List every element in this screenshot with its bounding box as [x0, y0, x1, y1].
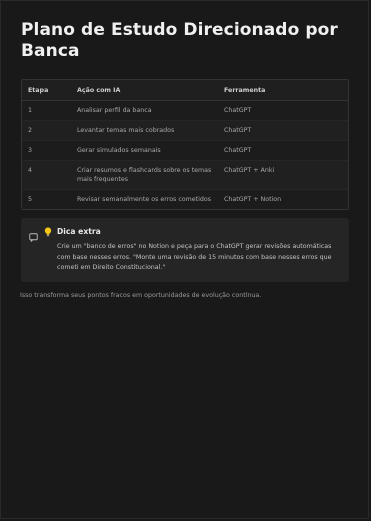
cell-acao: Revisar semanalmente os erros cometidos — [71, 189, 218, 209]
table-row: 5 Revisar semanalmente os erros cometido… — [22, 189, 348, 209]
cell-etapa: 4 — [22, 160, 71, 190]
table-row: 2 Levantar temas mais cobrados ChatGPT — [22, 120, 348, 141]
cell-ferramenta: ChatGPT + Notion — [218, 189, 348, 209]
footer-text: Isso transforma seus pontos fracos em op… — [20, 291, 262, 299]
callout-toggle-icon[interactable] — [29, 227, 38, 243]
page-title: Plano de Estudo Direcionado por Banca — [21, 20, 338, 61]
cell-ferramenta: ChatGPT — [218, 100, 348, 121]
table-row: 3 Gerar simulados semanais ChatGPT — [22, 140, 348, 161]
callout-body: Dica extra Crie um "banco de erros" no N… — [44, 226, 339, 274]
callout-text: Crie um "banco de erros" no Notion e peç… — [57, 243, 332, 271]
bulb-icon — [44, 226, 52, 237]
page-content: Plano de Estudo Direcionado por Banca Et… — [20, 20, 349, 300]
header-acao: Ação com IA — [71, 80, 218, 101]
cell-etapa: 3 — [22, 140, 71, 161]
plan-table: Etapa Ação com IA Ferramenta 1 Analisar … — [21, 79, 349, 210]
cell-acao: Gerar simulados semanais — [71, 140, 218, 161]
header-ferramenta: Ferramenta — [218, 80, 348, 101]
cell-etapa: 1 — [22, 100, 71, 121]
cell-ferramenta: ChatGPT — [218, 140, 348, 161]
tip-callout: Dica extra Crie um "banco de erros" no N… — [21, 218, 349, 282]
cell-ferramenta: ChatGPT — [218, 120, 348, 141]
callout-title: Dica extra — [44, 226, 339, 237]
header-etapa: Etapa — [22, 80, 71, 101]
cell-acao: Levantar temas mais cobrados — [71, 120, 218, 141]
cell-acao: Criar resumos e flashcards sobre os tema… — [71, 160, 218, 190]
cell-acao: Analisar perfil da banca — [71, 100, 218, 121]
table-header-row: Etapa Ação com IA Ferramenta — [22, 80, 348, 101]
cell-ferramenta: ChatGPT + Anki — [218, 160, 348, 190]
table-row: 4 Criar resumos e flashcards sobre os te… — [22, 160, 348, 190]
table-row: 1 Analisar perfil da banca ChatGPT — [22, 100, 348, 121]
cell-etapa: 5 — [22, 189, 71, 209]
cell-etapa: 2 — [22, 120, 71, 141]
callout-title-text: Dica extra — [57, 227, 101, 236]
